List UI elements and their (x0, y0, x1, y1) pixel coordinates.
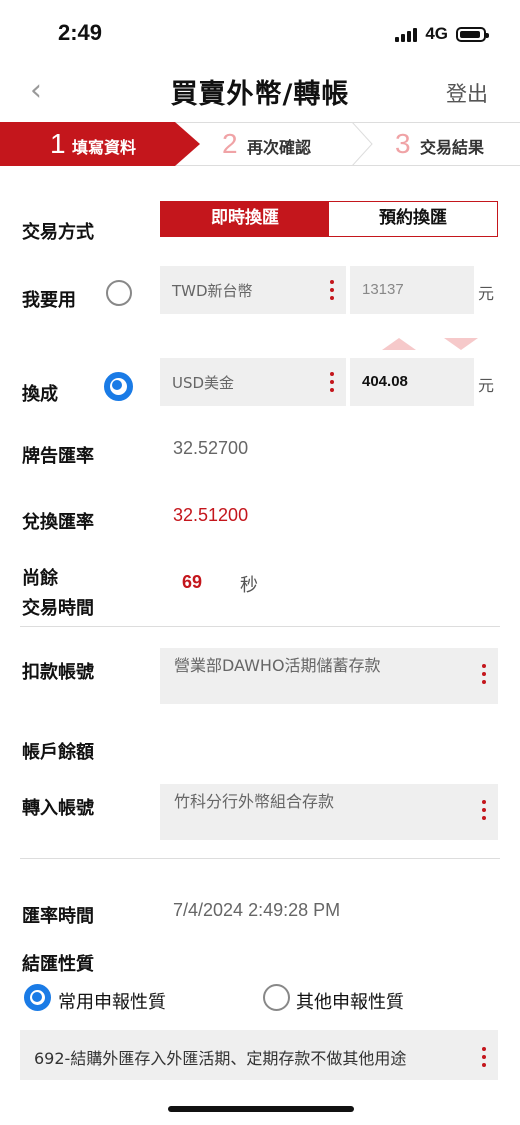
network-type: 4G (425, 24, 448, 43)
step-chevron-icon (351, 122, 373, 166)
kebab-icon (330, 372, 336, 392)
debit-account-value: 營業部DAWHO活期儲蓄存款 (174, 656, 381, 675)
status-time: 2:49 (58, 20, 103, 45)
battery-icon (456, 26, 489, 42)
step-1-label: 填寫資料 (72, 138, 137, 157)
settlement-nature-label: 結匯性質 (22, 954, 94, 975)
debit-account-select[interactable]: 營業部DAWHO活期儲蓄存款 (160, 648, 498, 704)
to-radio[interactable] (104, 372, 133, 401)
rate-time-value: 7/4/2024 2:49:28 PM (173, 900, 341, 920)
nature-other-radio[interactable] (263, 984, 290, 1011)
divider (20, 626, 500, 627)
remaining-label-line2: 交易時間 (22, 598, 94, 619)
board-rate-label: 牌告匯率 (22, 446, 94, 467)
use-radio[interactable] (106, 280, 132, 306)
debit-account-label: 扣款帳號 (22, 662, 94, 683)
nature-common-radio[interactable] (24, 984, 51, 1011)
logout-button[interactable]: 登出 (446, 78, 488, 108)
divider (20, 858, 500, 859)
page-title: 買賣外幣/轉帳 (170, 79, 350, 110)
board-rate-value: 32.52700 (173, 438, 249, 458)
balance-label: 帳戶餘額 (22, 742, 94, 763)
remaining-label-line1: 尚餘 (22, 568, 58, 589)
scheduled-exchange-tab[interactable]: 預約換匯 (329, 202, 497, 236)
instant-exchange-tab[interactable]: 即時換匯 (161, 202, 329, 236)
swap-up-icon[interactable] (382, 338, 416, 350)
nature-other-label[interactable]: 其他申報性質 (296, 988, 404, 1014)
to-unit: 元 (478, 376, 495, 395)
kebab-icon (330, 280, 336, 300)
signal-icon (395, 26, 418, 42)
remaining-seconds: 69 (182, 572, 203, 592)
status-indicators: 4G (395, 24, 489, 44)
trade-method-toggle: 即時換匯 預約換匯 (160, 201, 498, 237)
nature-common-label[interactable]: 常用申報性質 (58, 988, 166, 1014)
use-label: 我要用 (22, 290, 76, 311)
step-2-number: 2 (222, 128, 238, 159)
kebab-icon (482, 1047, 488, 1067)
step-2-label: 再次確認 (247, 138, 312, 157)
remaining-unit: 秒 (240, 575, 258, 596)
trade-method-label: 交易方式 (22, 222, 94, 243)
home-indicator[interactable] (168, 1106, 354, 1112)
to-amount-input[interactable]: 404.08 (350, 358, 474, 406)
to-label: 換成 (22, 384, 58, 405)
nature-code-select[interactable]: 692-結購外匯存入外匯活期、定期存款不做其他用途 (20, 1030, 498, 1080)
step-1-number: 1 (50, 128, 66, 159)
rate-time-label: 匯率時間 (22, 906, 94, 927)
step-3-number: 3 (395, 128, 411, 159)
to-currency-value: USD美金 (172, 374, 235, 392)
kebab-icon (482, 664, 488, 684)
swap-down-icon[interactable] (444, 338, 478, 350)
step-3-label: 交易結果 (420, 138, 485, 157)
use-currency-select[interactable]: TWD新台幣 (160, 266, 346, 314)
use-amount-input[interactable]: 13137 (350, 266, 474, 314)
credit-account-value: 竹科分行外幣組合存款 (174, 792, 335, 811)
to-currency-select[interactable]: USD美金 (160, 358, 346, 406)
use-currency-value: TWD新台幣 (172, 282, 253, 300)
credit-account-select[interactable]: 竹科分行外幣組合存款 (160, 784, 498, 840)
credit-account-label: 轉入帳號 (22, 798, 94, 819)
use-amount-value: 13137 (362, 281, 404, 298)
use-unit: 元 (478, 284, 495, 303)
exchange-rate-label: 兌換匯率 (22, 512, 94, 533)
to-amount-value: 404.08 (362, 373, 408, 390)
exchange-rate-value: 32.51200 (173, 505, 249, 525)
nature-code-value: 692-結購外匯存入外匯活期、定期存款不做其他用途 (34, 1049, 407, 1068)
kebab-icon (482, 800, 488, 820)
